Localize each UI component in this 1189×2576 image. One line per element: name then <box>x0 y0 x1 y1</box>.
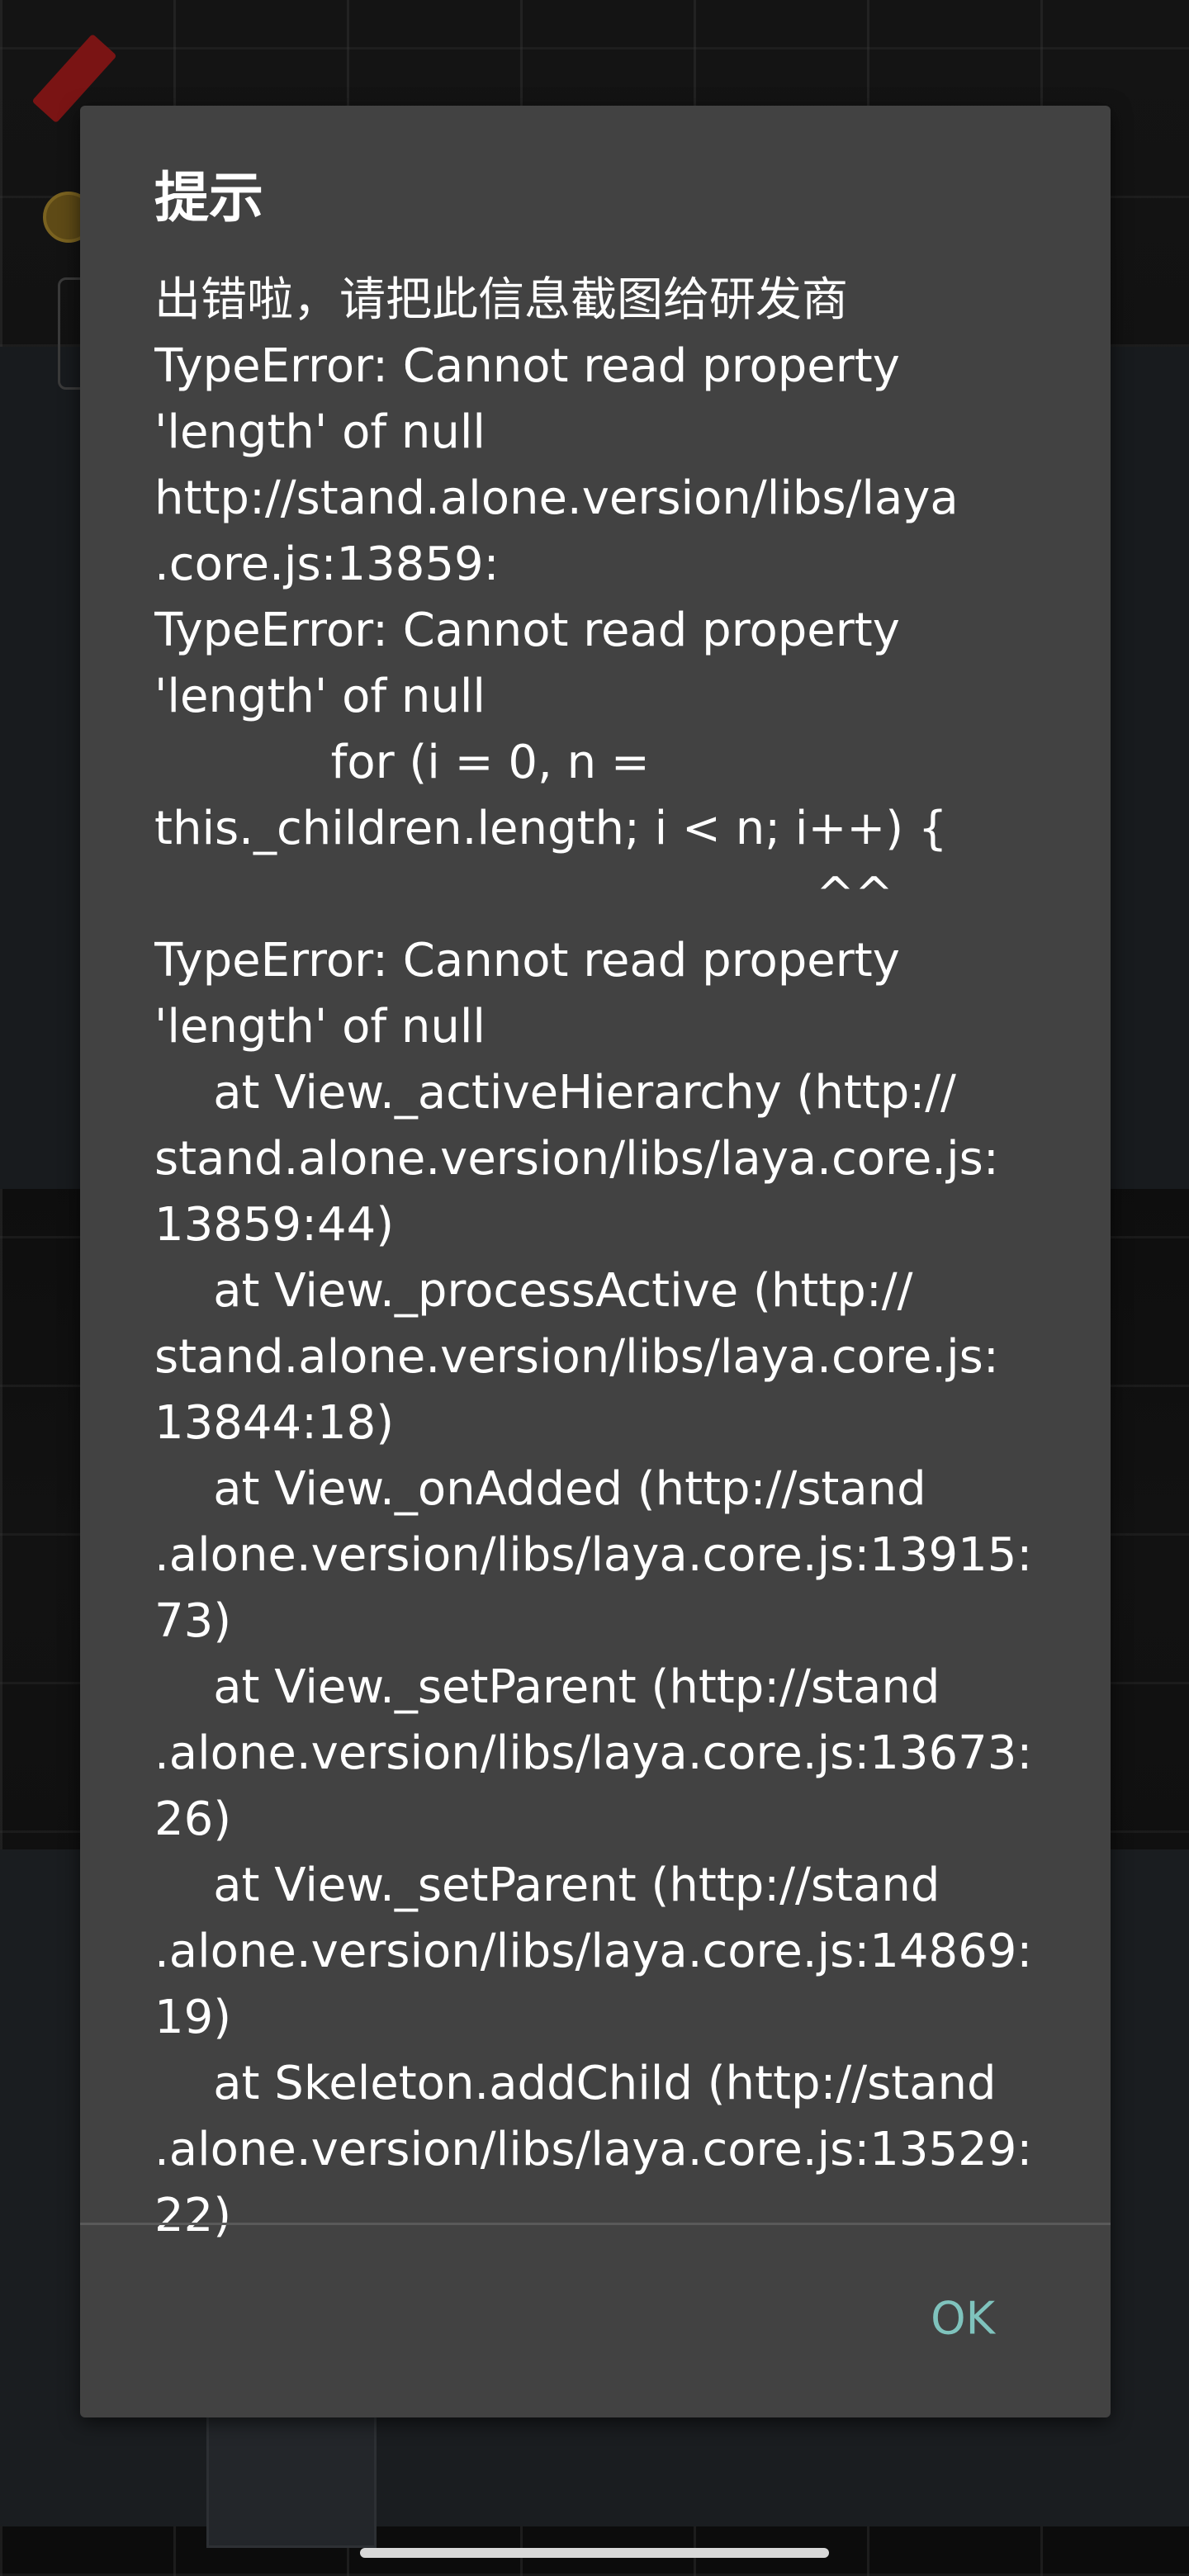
dialog-title: 提示 <box>154 166 263 230</box>
game-side-panel-right <box>1110 347 1189 1189</box>
dialog-message-scroll[interactable]: 出错啦，请把此信息截图给研发商 TypeError: Cannot read p… <box>154 268 1054 2325</box>
dialog-message: 出错啦，请把此信息截图给研发商 TypeError: Cannot read p… <box>154 273 1033 2242</box>
game-tile <box>206 2411 377 2548</box>
game-side-panel-left <box>0 347 83 1189</box>
ok-button[interactable]: OK <box>914 2285 1011 2353</box>
screen: 提示 出错啦，请把此信息截图给研发商 TypeError: Cannot rea… <box>0 0 1189 2576</box>
dialog-divider <box>80 2223 1111 2225</box>
error-dialog: 提示 出错啦，请把此信息截图给研发商 TypeError: Cannot rea… <box>80 106 1111 2417</box>
home-indicator[interactable] <box>360 2548 829 2558</box>
